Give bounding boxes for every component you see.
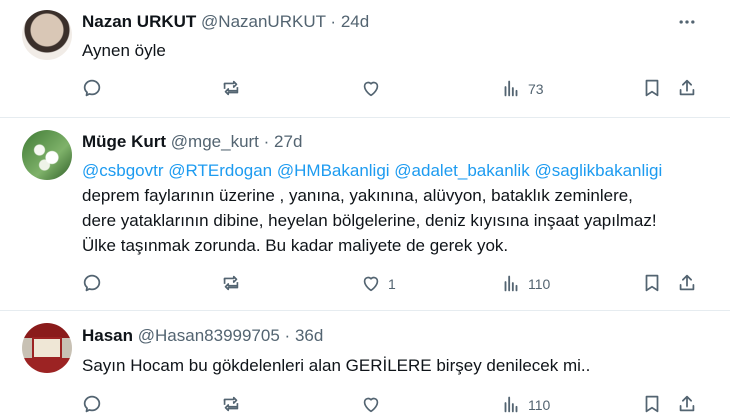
tweet-age[interactable]: 27d: [274, 132, 302, 151]
avatar[interactable]: [22, 323, 72, 373]
retweet-button[interactable]: [220, 393, 248, 417]
views-button[interactable]: 110: [500, 393, 550, 417]
tweet-2[interactable]: Müge Kurt @mge_kurt · 27d @csbgovtr @RTE…: [0, 118, 730, 311]
tweet-text: @csbgovtr @RTErdogan @HMBakanligi @adale…: [82, 158, 712, 258]
heart-icon: [360, 272, 382, 297]
like-button[interactable]: 1: [360, 272, 396, 296]
retweet-button[interactable]: [220, 77, 248, 101]
avatar[interactable]: [22, 130, 72, 180]
mention-link[interactable]: @saglikbakanligi: [534, 161, 662, 180]
heart-icon: [360, 393, 382, 418]
share-icon: [676, 272, 698, 297]
heart-icon: [360, 77, 382, 102]
retweet-icon: [220, 393, 242, 418]
tweet-actions: 110: [0, 393, 730, 417]
bookmark-button[interactable]: [641, 77, 663, 101]
views-button[interactable]: 73: [500, 77, 544, 101]
separator: ·: [330, 12, 337, 31]
views-icon: [500, 272, 522, 297]
tweet-3[interactable]: Hasan @Hasan83999705 · 36d Sayın Hocam b…: [0, 311, 730, 420]
tweet-text: Sayın Hocam bu gökdelenleri alan GERİLER…: [82, 356, 591, 375]
tweet-1[interactable]: Nazan URKUT @NazanURKUT · 24d Aynen öyle…: [0, 0, 730, 118]
reply-icon: [81, 77, 103, 102]
display-name[interactable]: Müge Kurt: [82, 132, 166, 151]
share-button[interactable]: [676, 77, 698, 101]
tweet-actions: 73: [0, 77, 730, 101]
bookmark-icon: [641, 77, 663, 102]
tweet-actions: 1 110: [0, 272, 730, 296]
separator: ·: [263, 132, 270, 151]
mentions-line: @csbgovtr @RTErdogan @HMBakanligi @adale…: [82, 158, 712, 183]
views-button[interactable]: 110: [500, 272, 550, 296]
reply-button[interactable]: [81, 77, 109, 101]
retweet-button[interactable]: [220, 272, 248, 296]
text-line: Ülke taşınmak zorunda. Bu kadar maliyete…: [82, 236, 509, 255]
display-name[interactable]: Nazan URKUT: [82, 12, 196, 31]
separator: ·: [284, 326, 291, 345]
user-handle[interactable]: @mge_kurt: [171, 132, 259, 151]
mention-link[interactable]: @csbgovtr: [82, 161, 164, 180]
reply-button[interactable]: [81, 393, 109, 417]
reply-icon: [81, 393, 103, 418]
like-count: 1: [388, 276, 396, 292]
user-handle[interactable]: @NazanURKUT: [201, 12, 326, 31]
share-button[interactable]: [676, 393, 698, 417]
avatar[interactable]: [22, 10, 72, 60]
display-name[interactable]: Hasan: [82, 326, 133, 345]
text-line: dere yataklarının dibine, heyelan bölgel…: [82, 211, 657, 230]
like-button[interactable]: [360, 77, 388, 101]
tweet-header: Müge Kurt @mge_kurt · 27d: [82, 132, 302, 152]
tweet-age[interactable]: 36d: [295, 326, 323, 345]
reply-icon: [81, 272, 103, 297]
mention-link[interactable]: @adalet_bakanlik: [394, 161, 529, 180]
share-icon: [676, 393, 698, 418]
tweet-header: Nazan URKUT @NazanURKUT · 24d: [82, 12, 369, 32]
retweet-icon: [220, 272, 242, 297]
user-handle[interactable]: @Hasan83999705: [138, 326, 280, 345]
bookmark-button[interactable]: [641, 393, 663, 417]
tweet-text: Aynen öyle: [82, 41, 166, 60]
tweet-header: Hasan @Hasan83999705 · 36d: [82, 326, 323, 346]
share-icon: [676, 77, 698, 102]
view-count: 110: [528, 276, 551, 292]
more-icon[interactable]: [677, 12, 697, 32]
bookmark-icon: [641, 272, 663, 297]
bookmark-button[interactable]: [641, 272, 663, 296]
retweet-icon: [220, 77, 242, 102]
views-icon: [500, 393, 522, 418]
text-line: deprem faylarının üzerine , yanına, yakı…: [82, 186, 633, 205]
mention-link[interactable]: @HMBakanligi: [277, 161, 390, 180]
view-count: 73: [528, 81, 544, 97]
mention-link[interactable]: @RTErdogan: [168, 161, 272, 180]
views-icon: [500, 77, 522, 102]
share-button[interactable]: [676, 272, 698, 296]
reply-button[interactable]: [81, 272, 109, 296]
bookmark-icon: [641, 393, 663, 418]
view-count: 110: [528, 397, 551, 413]
tweet-age[interactable]: 24d: [341, 12, 369, 31]
like-button[interactable]: [360, 393, 388, 417]
